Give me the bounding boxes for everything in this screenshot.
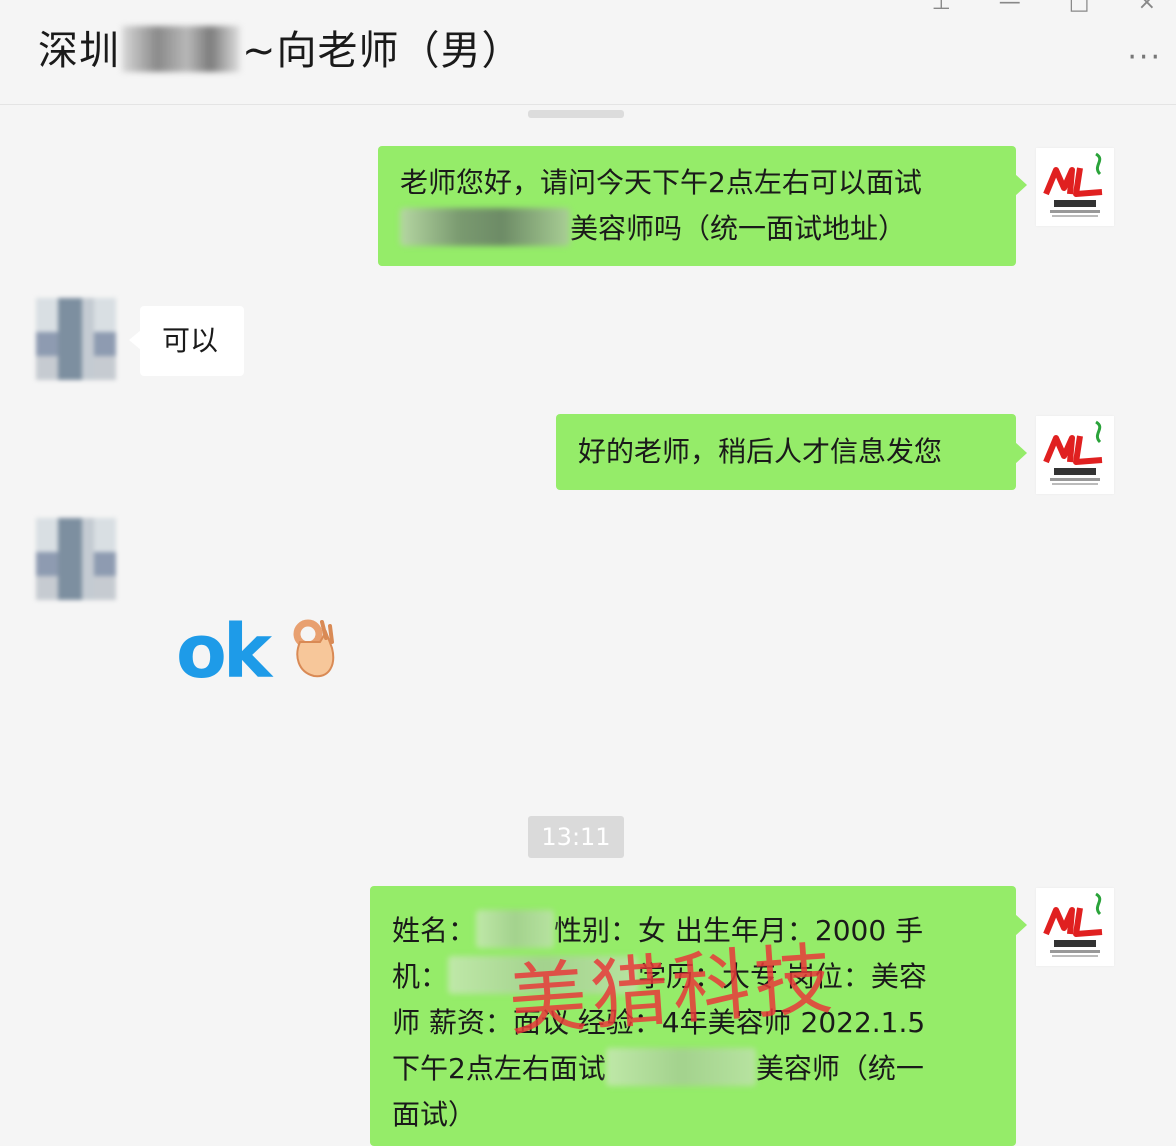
- message-text: 美容师（统一: [755, 1052, 924, 1085]
- message-timestamp: 13:11: [528, 816, 624, 858]
- message-bubble-sent[interactable]: 姓名： 性别：女 出生年月：2000 手 机： 学历：大专 岗位：美容 师 薪资：面…: [370, 886, 1027, 1146]
- ok-sticker-text: ok: [176, 609, 272, 695]
- chat-title-suffix: ~向老师（男）: [242, 28, 523, 74]
- message-line: 师 薪资：面议 经验：4年美容师 2022.1.5: [392, 1006, 926, 1039]
- close-icon[interactable]: ×: [1138, 0, 1156, 15]
- redacted-text: [605, 1048, 756, 1086]
- ok-hand-icon: [293, 619, 335, 678]
- message-bubble-sent[interactable]: 老师您好，请问今天下午2点左右可以面试 美容师吗（统一面试地址）: [378, 146, 1027, 266]
- message-text: 可以: [162, 324, 219, 357]
- contact-avatar[interactable]: [36, 298, 116, 380]
- message-text: 学历：大专 岗位：美容: [638, 960, 927, 993]
- company-logo-icon: [1036, 416, 1114, 494]
- message-line: 机： 学历：大专 岗位：美容: [392, 954, 994, 1000]
- message-text: 好的老师，稍后人才信息发您: [578, 435, 943, 468]
- redacted-text: [400, 208, 570, 246]
- company-logo-icon: [1036, 888, 1114, 966]
- message-text: 机：: [392, 960, 449, 993]
- my-avatar-logo[interactable]: [1036, 888, 1114, 966]
- ok-sticker[interactable]: ok: [176, 609, 335, 695]
- message-text: 下午2点左右面试: [392, 1052, 606, 1085]
- message-line: 姓名： 性别：女 出生年月：2000 手: [392, 908, 994, 954]
- minimize-icon[interactable]: —: [999, 0, 1021, 15]
- message-line: 老师您好，请问今天下午2点左右可以面试: [400, 166, 922, 199]
- chat-header: 深圳 ~向老师（男） ⊥ — □ × ···: [0, 0, 1176, 105]
- message-line: 下午2点左右面试 美容师（统一: [392, 1046, 994, 1092]
- message-text: 姓名：: [392, 914, 477, 947]
- my-avatar-logo[interactable]: [1036, 416, 1114, 494]
- company-logo-icon: [1036, 148, 1114, 226]
- my-avatar-logo[interactable]: [1036, 148, 1114, 226]
- redacted-name: [122, 26, 240, 72]
- scroll-indicator[interactable]: [528, 110, 624, 118]
- redacted-text: [476, 910, 555, 948]
- more-options-icon[interactable]: ···: [1127, 40, 1162, 75]
- message-bubble-received[interactable]: 可以: [129, 306, 244, 376]
- message-text: 美容师吗（统一面试地址）: [570, 212, 907, 245]
- contact-avatar[interactable]: [36, 518, 116, 600]
- message-line: 面试）: [392, 1098, 477, 1131]
- message-bubble-sent[interactable]: 好的老师，稍后人才信息发您: [556, 414, 1027, 490]
- maximize-icon[interactable]: □: [1069, 0, 1090, 15]
- chat-title-prefix: 深圳: [38, 28, 120, 74]
- window-controls[interactable]: ⊥ — □ ×: [884, 0, 1156, 15]
- chat-title: 深圳 ~向老师（男）: [38, 18, 523, 76]
- pin-icon[interactable]: ⊥: [932, 0, 951, 15]
- redacted-text: [448, 956, 639, 994]
- message-line: 美容师吗（统一面试地址）: [400, 206, 994, 252]
- message-text: 性别：女 出生年月：2000 手: [554, 914, 924, 947]
